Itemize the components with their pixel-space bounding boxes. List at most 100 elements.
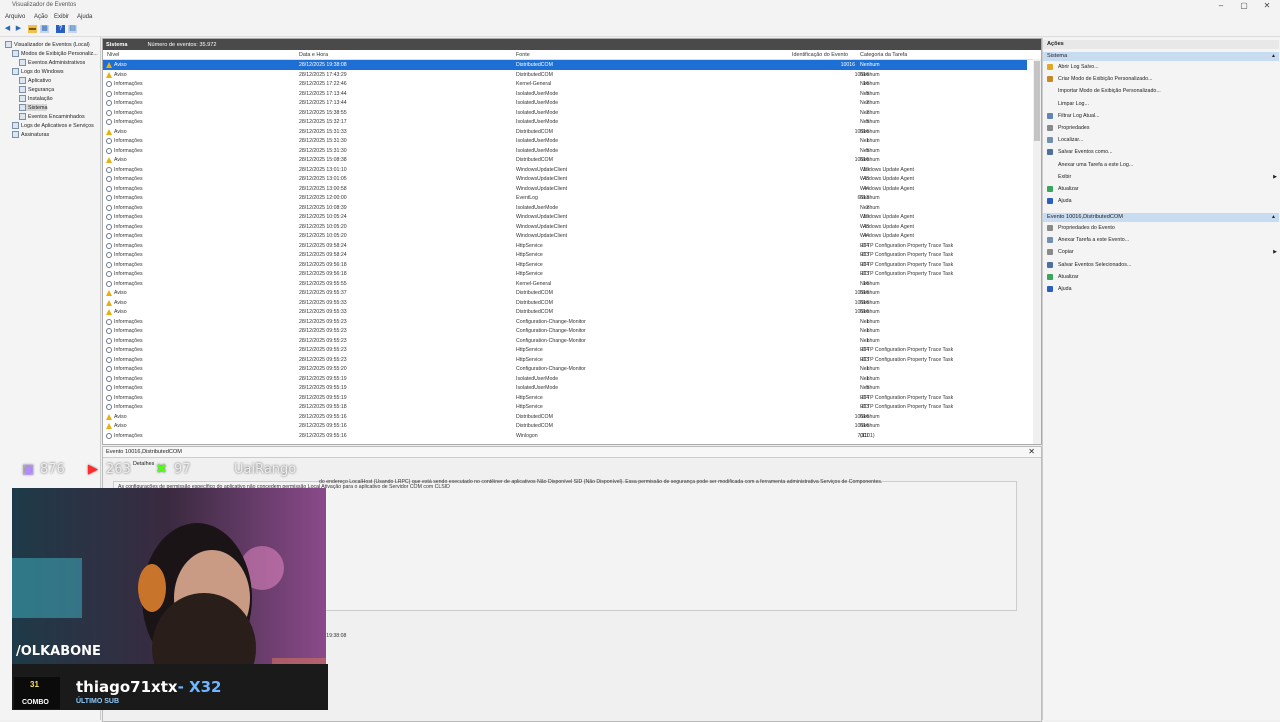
tree-item[interactable]: Visualizador de Eventos (Local)	[5, 41, 90, 48]
table-row[interactable]: Informações 28/12/2025 10:08:39 IsolatedUs…	[103, 203, 1041, 213]
table-row[interactable]: Informações 28/12/2025 13:01:10 WindowsUpd…	[103, 165, 1041, 175]
menu-acao[interactable]: Ação	[34, 14, 48, 20]
table-row[interactable]: Aviso 28/12/2025 17:43:29 DistributedCOM 10…	[103, 70, 1041, 80]
table-row[interactable]: Informações 28/12/2025 09:55:19 IsolatedUs…	[103, 383, 1041, 393]
close-window-button[interactable]: ✕	[1256, 0, 1278, 12]
table-row[interactable]: Informações 28/12/2025 09:55:23 HttpServic…	[103, 345, 1041, 355]
menu-arquivo[interactable]: Arquivo	[5, 14, 25, 20]
table-row[interactable]: Informações 28/12/2025 15:31:30 IsolatedUs…	[103, 136, 1041, 146]
table-row[interactable]: Informações 28/12/2025 09:56:18 HttpServic…	[103, 260, 1041, 270]
table-row[interactable]: Informações 28/12/2025 10:05:20 WindowsUpd…	[103, 222, 1041, 232]
table-row[interactable]: Informações 28/12/2025 17:13:44 IsolatedUs…	[103, 89, 1041, 99]
table-row[interactable]: Informações 28/12/2025 15:38:55 IsolatedUs…	[103, 108, 1041, 118]
tree-item[interactable]: Sistema	[19, 104, 48, 111]
date-cell: 28/12/2025 15:31:33	[299, 128, 347, 135]
table-row[interactable]: Aviso 28/12/2025 19:38:08 DistributedCOM 10…	[103, 60, 1027, 70]
panel-icon[interactable]: ▤	[68, 25, 77, 33]
table-row[interactable]: Informações 28/12/2025 09:55:18 HttpServic…	[103, 402, 1041, 412]
action-item[interactable]: Salvar Eventos como...	[1047, 149, 1112, 156]
action-item[interactable]: Propriedades	[1047, 125, 1090, 131]
action-item[interactable]: Ajuda	[1047, 286, 1072, 292]
table-row[interactable]: Aviso 28/12/2025 09:55:37 DistributedCOM 10…	[103, 288, 1041, 298]
collapse-up-icon[interactable]: ▲	[1271, 52, 1276, 61]
table-row[interactable]: Informações 28/12/2025 09:55:19 HttpServic…	[103, 393, 1041, 403]
table-row[interactable]: Aviso 28/12/2025 15:31:33 DistributedCOM 10…	[103, 127, 1041, 137]
col-level[interactable]: Nível	[107, 52, 119, 58]
table-row[interactable]: Informações 28/12/2025 09:55:16 Winlogon 70…	[103, 431, 1041, 441]
action-item[interactable]: Exibir	[1047, 174, 1071, 180]
tree-item[interactable]: Modos de Exibição Personaliz...	[12, 50, 98, 57]
help-icon[interactable]: ?	[56, 25, 65, 33]
action-item[interactable]: Importar Modo de Exibição Personalizado.…	[1047, 88, 1161, 94]
table-row[interactable]: Informações 28/12/2025 09:55:19 IsolatedUs…	[103, 374, 1041, 384]
table-row[interactable]: Informações 28/12/2025 13:00:58 WindowsUpd…	[103, 184, 1041, 194]
col-source[interactable]: Fonte	[516, 52, 530, 58]
table-row[interactable]: Informações 28/12/2025 09:55:23 Configurat…	[103, 326, 1041, 336]
collapse-up-icon[interactable]: ▲	[1271, 213, 1276, 222]
action-item[interactable]: Anexar uma Tarefa a este Log...	[1047, 162, 1133, 168]
tree-item[interactable]: Assinaturas	[12, 131, 49, 138]
table-row[interactable]: Informações 28/12/2025 09:56:18 HttpServic…	[103, 269, 1041, 279]
submenu-arrow-icon[interactable]: ▶	[1273, 174, 1277, 180]
vertical-scrollbar[interactable]	[1033, 59, 1041, 444]
info-icon	[106, 347, 112, 353]
actions-section-event[interactable]: Evento 10016,DistributedCOM ▲	[1043, 213, 1279, 222]
folder-icon[interactable]: ▬	[28, 25, 37, 33]
tree-item[interactable]: Logs de Aplicativos e Serviços	[12, 122, 94, 129]
action-item[interactable]: Filtrar Log Atual...	[1047, 112, 1100, 119]
log-folder-icon	[19, 95, 26, 102]
kick-count: 97	[174, 462, 191, 477]
action-item[interactable]: Copiar	[1047, 249, 1074, 256]
actions-section-sistema[interactable]: Sistema ▲	[1043, 52, 1279, 61]
tree-item[interactable]: Aplicativo	[19, 77, 51, 84]
action-item[interactable]: Criar Modo de Exibição Personalizado...	[1047, 76, 1153, 83]
action-item[interactable]: Atualizar	[1047, 273, 1079, 280]
table-row[interactable]: Informações 28/12/2025 12:00:00 EventLog 60…	[103, 193, 1041, 203]
forward-arrow-icon[interactable]: ▶	[14, 25, 23, 33]
tree-item[interactable]: Instalação	[19, 95, 53, 102]
table-row[interactable]: Aviso 28/12/2025 09:55:16 DistributedCOM 10…	[103, 412, 1041, 422]
action-item[interactable]: Anexar Tarefa a este Evento...	[1047, 237, 1129, 244]
action-item[interactable]: Localizar...	[1047, 137, 1083, 144]
tree-item[interactable]: Eventos Encaminhados	[19, 113, 85, 120]
table-row[interactable]: Informações 28/12/2025 13:01:05 WindowsUpd…	[103, 174, 1041, 184]
menu-exibir[interactable]: Exibir	[54, 14, 69, 20]
back-arrow-icon[interactable]: ◀	[3, 25, 12, 33]
action-item[interactable]: Atualizar	[1047, 186, 1079, 192]
submenu-arrow-icon[interactable]: ▶	[1273, 249, 1277, 255]
detail-close-icon[interactable]: ✕	[1028, 448, 1035, 456]
table-row[interactable]: Aviso 28/12/2025 09:55:33 DistributedCOM 10…	[103, 298, 1041, 308]
table-row[interactable]: Informações 28/12/2025 09:55:23 Configurat…	[103, 336, 1041, 346]
table-row[interactable]: Informações 28/12/2025 09:55:55 Kernel-Gen…	[103, 279, 1041, 289]
col-category[interactable]: Categoria da Tarefa	[860, 52, 907, 58]
minimize-button[interactable]: –	[1210, 0, 1232, 12]
table-row[interactable]: Informações 28/12/2025 09:55:20 Configurat…	[103, 364, 1041, 374]
col-date[interactable]: Data e Hora	[299, 52, 328, 58]
table-row[interactable]: Informações 28/12/2025 17:22:46 Kernel-Gen…	[103, 79, 1041, 89]
table-row[interactable]: Informações 28/12/2025 15:31:30 IsolatedUs…	[103, 146, 1041, 156]
action-item[interactable]: Ajuda	[1047, 198, 1072, 205]
table-row[interactable]: Informações 28/12/2025 15:32:17 IsolatedUs…	[103, 117, 1041, 127]
table-row[interactable]: Informações 28/12/2025 09:55:23 Configurat…	[103, 317, 1041, 327]
action-item[interactable]: Limpar Log...	[1047, 101, 1089, 107]
console-icon[interactable]: ▦	[40, 25, 49, 33]
table-row[interactable]: Informações 28/12/2025 17:13:44 IsolatedUs…	[103, 98, 1041, 108]
table-row[interactable]: Informações 28/12/2025 09:58:24 HttpServic…	[103, 250, 1041, 260]
tree-item[interactable]: Eventos Administrativos	[19, 59, 85, 66]
scroll-thumb[interactable]	[1034, 61, 1040, 141]
table-row[interactable]: Aviso 28/12/2025 09:55:16 DistributedCOM 10…	[103, 421, 1041, 431]
action-item[interactable]: Abrir Log Salvo...	[1047, 64, 1099, 70]
table-row[interactable]: Aviso 28/12/2025 09:55:33 DistributedCOM 10…	[103, 307, 1041, 317]
table-row[interactable]: Aviso 28/12/2025 15:08:38 DistributedCOM 10…	[103, 155, 1041, 165]
table-row[interactable]: Informações 28/12/2025 10:05:24 WindowsUpd…	[103, 212, 1041, 222]
action-item[interactable]: Salvar Eventos Selecionados...	[1047, 261, 1131, 268]
action-item[interactable]: Propriedades do Evento	[1047, 225, 1115, 231]
col-event-id[interactable]: Identificação do Evento	[792, 52, 848, 58]
tree-item[interactable]: Logs do Windows	[12, 68, 64, 75]
table-row[interactable]: Informações 28/12/2025 10:05:20 WindowsUpd…	[103, 231, 1041, 241]
maximize-button[interactable]: ▢	[1233, 0, 1255, 12]
tree-item[interactable]: Segurança	[19, 86, 54, 93]
menu-ajuda[interactable]: Ajuda	[77, 14, 92, 20]
table-row[interactable]: Informações 28/12/2025 09:55:23 HttpServic…	[103, 355, 1041, 365]
table-row[interactable]: Informações 28/12/2025 09:58:24 HttpServic…	[103, 241, 1041, 251]
